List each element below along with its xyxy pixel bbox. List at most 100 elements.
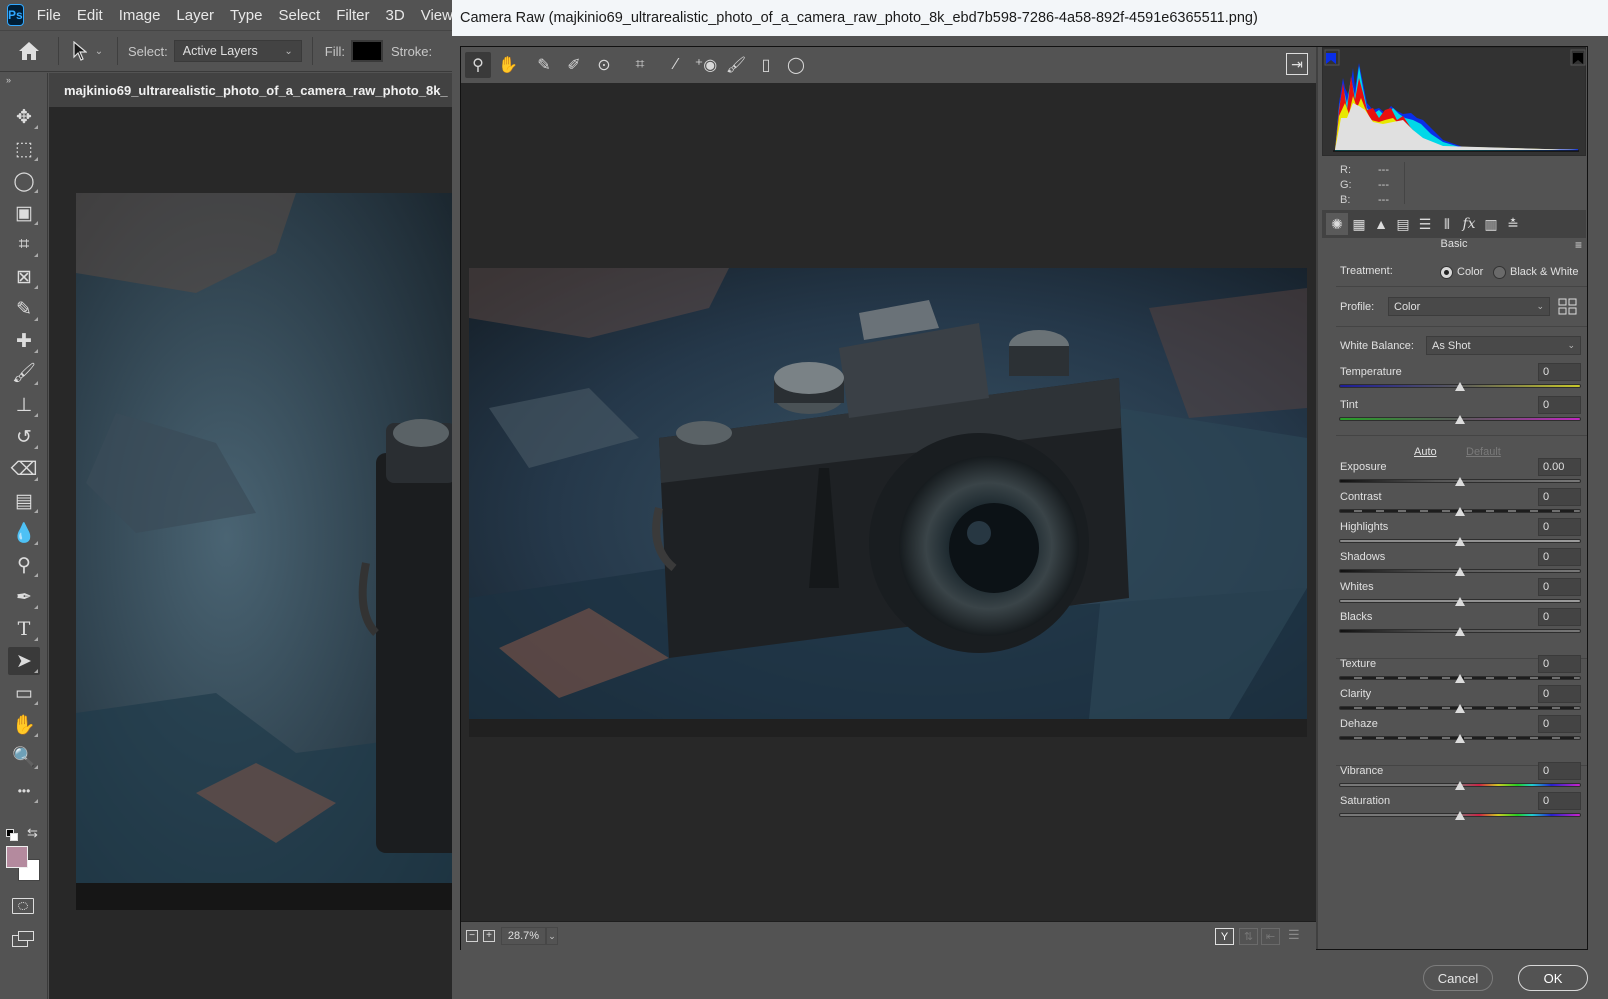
zoom-tool-button[interactable]: ⚲	[465, 52, 491, 78]
radial-filter-tool-button[interactable]: ◯	[783, 52, 809, 78]
targeted-adjustment-tool-button[interactable]: ⊙	[591, 52, 617, 78]
profile-browser-button[interactable]	[1558, 298, 1578, 316]
highlights-slider-thumb[interactable]	[1455, 537, 1465, 546]
clarity-slider-thumb[interactable]	[1455, 704, 1465, 713]
frame-tool-button[interactable]: ⊠	[8, 263, 40, 291]
crop-tool-button[interactable]: ⌗	[8, 231, 40, 259]
hand-tool-button[interactable]: ✋	[495, 52, 521, 78]
toggle-settings-button[interactable]: ☰	[1288, 927, 1300, 943]
rectangle-tool-button[interactable]: ▭	[8, 679, 40, 707]
hand-tool-button[interactable]: ✋	[8, 711, 40, 739]
adjustment-brush-tool-button[interactable]: 🖌	[723, 52, 749, 78]
dialog-titlebar[interactable]: Camera Raw (majkinio69_ultrarealistic_ph…	[452, 0, 1608, 36]
menu-layer[interactable]: Layer	[176, 7, 214, 24]
quick-mask-button[interactable]	[12, 898, 34, 914]
path-selection-tool-button[interactable]: ➤	[8, 647, 40, 675]
zoom-level-field[interactable]: 28.7%	[501, 927, 546, 945]
more-tools-button[interactable]: •••	[8, 777, 40, 805]
swap-colors-icon[interactable]: ⇆	[27, 825, 38, 841]
blur-tool-button[interactable]: 💧	[8, 519, 40, 547]
fill-color-swatch[interactable]	[350, 40, 383, 62]
temperature-value-field[interactable]: 0	[1538, 363, 1581, 381]
temperature-slider-thumb[interactable]	[1455, 382, 1465, 391]
gradient-tool-button[interactable]: ▤	[8, 487, 40, 515]
profile-dropdown[interactable]: Color ⌄	[1388, 297, 1550, 316]
preview-image[interactable]	[469, 268, 1307, 719]
vibrance-value-field[interactable]: 0	[1538, 762, 1581, 780]
contrast-value-field[interactable]: 0	[1538, 488, 1581, 506]
dehaze-slider-thumb[interactable]	[1455, 734, 1465, 743]
vibrance-slider-thumb[interactable]	[1455, 781, 1465, 790]
whites-slider-thumb[interactable]	[1455, 597, 1465, 606]
foreground-color-swatch[interactable]	[6, 846, 28, 868]
eraser-tool-button[interactable]: ⌫	[8, 455, 40, 483]
swap-before-after-button[interactable]: ⇅	[1239, 928, 1258, 945]
zoom-tool-button[interactable]: 🔍	[8, 743, 40, 771]
fullscreen-toggle-button[interactable]: ⇥	[1286, 53, 1308, 75]
object-selection-tool-button[interactable]: ▣	[8, 199, 40, 227]
menu-image[interactable]: Image	[119, 7, 161, 24]
zoom-level-dropdown[interactable]: ⌄	[546, 927, 558, 945]
tab-hsl[interactable]: ▤	[1392, 213, 1414, 235]
red-eye-tool-button[interactable]: ⁺◉	[693, 52, 719, 78]
tab-calibration[interactable]: ▥	[1480, 213, 1502, 235]
tab-split-toning[interactable]: ☰	[1414, 213, 1436, 235]
panel-collapse-toggle[interactable]: »	[6, 75, 11, 85]
exposure-value-field[interactable]: 0.00	[1538, 458, 1581, 476]
document-image[interactable]	[76, 193, 452, 883]
tab-tone-curve[interactable]: ▦	[1348, 213, 1370, 235]
white-balance-tool-button[interactable]: ✎	[531, 52, 557, 78]
brush-tool-button[interactable]: 🖌	[8, 359, 40, 387]
tint-slider-thumb[interactable]	[1455, 415, 1465, 424]
dehaze-value-field[interactable]: 0	[1538, 715, 1581, 733]
healing-brush-tool-button[interactable]: ✚	[8, 327, 40, 355]
default-button[interactable]: Default	[1466, 446, 1501, 458]
default-colors-icon[interactable]	[6, 829, 18, 841]
highlights-value-field[interactable]: 0	[1538, 518, 1581, 536]
treatment-bw-label[interactable]: Black & White	[1510, 266, 1578, 278]
tab-basic[interactable]: ✺	[1326, 213, 1348, 235]
panel-menu-icon[interactable]: ≡	[1575, 238, 1582, 252]
lasso-tool-button[interactable]: ◯	[8, 167, 40, 195]
tint-value-field[interactable]: 0	[1538, 396, 1581, 414]
before-after-toggle[interactable]: Y	[1215, 928, 1234, 945]
screen-mode-button[interactable]	[12, 931, 34, 947]
move-tool-button[interactable]: ✥	[8, 103, 40, 131]
copy-settings-button[interactable]: ⇤	[1261, 928, 1280, 945]
tab-presets[interactable]: ≛	[1502, 213, 1524, 235]
menu-file[interactable]: File	[37, 7, 61, 24]
texture-slider-thumb[interactable]	[1455, 674, 1465, 683]
tab-detail[interactable]: ▲	[1370, 213, 1392, 235]
exposure-slider-thumb[interactable]	[1455, 477, 1465, 486]
zoom-in-button[interactable]: +	[483, 930, 495, 942]
menu-view[interactable]: View	[421, 7, 453, 24]
dodge-tool-button[interactable]: ⚲	[8, 551, 40, 579]
clarity-value-field[interactable]: 0	[1538, 685, 1581, 703]
zoom-out-button[interactable]: −	[466, 930, 478, 942]
tool-preset-picker[interactable]: ⌄	[59, 41, 117, 61]
shadows-slider-thumb[interactable]	[1455, 567, 1465, 576]
menu-edit[interactable]: Edit	[77, 7, 103, 24]
tab-effects[interactable]: fx	[1458, 213, 1480, 235]
select-layers-dropdown[interactable]: Active Layers ⌄	[173, 40, 302, 62]
type-tool-button[interactable]: T	[8, 615, 40, 643]
cancel-button[interactable]: Cancel	[1423, 965, 1493, 991]
treatment-color-radio[interactable]	[1440, 266, 1453, 279]
treatment-bw-radio[interactable]	[1493, 266, 1506, 279]
menu-filter[interactable]: Filter	[336, 7, 369, 24]
blacks-slider-thumb[interactable]	[1455, 627, 1465, 636]
color-sampler-tool-button[interactable]: ✐	[561, 52, 587, 78]
menu-type[interactable]: Type	[230, 7, 263, 24]
document-tab[interactable]: majkinio69_ultrarealistic_photo_of_a_cam…	[64, 83, 448, 98]
transform-tool-button[interactable]: ⌗	[627, 52, 653, 78]
home-button[interactable]	[0, 30, 58, 72]
clone-stamp-tool-button[interactable]: ⊥	[8, 391, 40, 419]
ok-button[interactable]: OK	[1518, 965, 1588, 991]
contrast-slider-thumb[interactable]	[1455, 507, 1465, 516]
graduated-filter-tool-button[interactable]: ▯	[753, 52, 779, 78]
history-brush-tool-button[interactable]: ↺	[8, 423, 40, 451]
treatment-color-label[interactable]: Color	[1457, 266, 1483, 278]
white-balance-dropdown[interactable]: As Shot ⌄	[1426, 336, 1581, 355]
tab-lens-corrections[interactable]: ⦀	[1436, 213, 1458, 235]
saturation-slider-thumb[interactable]	[1455, 811, 1465, 820]
